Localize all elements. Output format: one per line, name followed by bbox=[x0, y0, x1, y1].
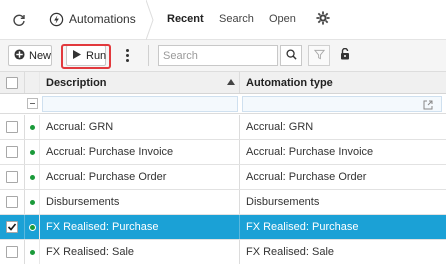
status-cell bbox=[25, 140, 40, 164]
table-row[interactable]: Accrual: GRN Accrual: GRN bbox=[0, 115, 446, 140]
new-button[interactable]: New bbox=[8, 45, 52, 66]
gear-icon[interactable] bbox=[315, 10, 331, 26]
status-cell bbox=[25, 190, 40, 214]
table-row[interactable]: Accrual: Purchase Order Accrual: Purchase… bbox=[0, 165, 446, 190]
row-checkbox-checked[interactable] bbox=[6, 221, 18, 233]
table-row[interactable]: FX Realised: Sale FX Realised: Sale bbox=[0, 240, 446, 264]
grid-filter-row bbox=[0, 94, 446, 114]
tab-recent[interactable]: Recent bbox=[167, 13, 204, 25]
status-header-cell bbox=[25, 72, 40, 93]
row-select-cell[interactable] bbox=[0, 115, 25, 139]
column-header-automation-type[interactable]: Automation type bbox=[240, 72, 446, 93]
description-cell[interactable]: Accrual: Purchase Invoice bbox=[40, 140, 240, 164]
automation-type-cell[interactable]: Disbursements bbox=[240, 190, 446, 214]
column-header-automation-type-label: Automation type bbox=[246, 76, 333, 89]
collapse-filter-icon[interactable] bbox=[27, 98, 38, 109]
automation-type-cell[interactable]: Accrual: Purchase Invoice bbox=[240, 140, 446, 164]
select-all-cell[interactable] bbox=[0, 72, 25, 93]
table-row[interactable]: Accrual: Purchase Invoice Accrual: Purcha… bbox=[0, 140, 446, 165]
app-title: Automations bbox=[69, 12, 136, 26]
description-cell[interactable]: FX Realised: Sale bbox=[40, 240, 240, 264]
new-button-label: New bbox=[29, 49, 52, 62]
search-button[interactable] bbox=[280, 45, 302, 66]
automation-icon bbox=[48, 11, 64, 27]
status-indicator-icon bbox=[29, 174, 35, 180]
top-nav-bar: Automations Recent Search Open bbox=[0, 0, 446, 41]
unlock-icon bbox=[340, 47, 350, 63]
status-indicator-icon bbox=[29, 249, 35, 255]
more-options-icon[interactable] bbox=[118, 45, 136, 66]
row-checkbox[interactable] bbox=[6, 146, 18, 158]
search-icon bbox=[285, 48, 297, 63]
automation-type-cell[interactable]: FX Realised: Sale bbox=[240, 240, 446, 264]
run-button-highlight bbox=[61, 44, 111, 69]
nav-divider bbox=[145, 0, 154, 41]
description-cell[interactable]: Accrual: GRN bbox=[40, 115, 240, 139]
status-indicator-icon bbox=[29, 224, 35, 230]
row-select-cell[interactable] bbox=[0, 240, 25, 264]
row-select-cell[interactable] bbox=[0, 140, 25, 164]
status-indicator-icon bbox=[29, 124, 35, 130]
description-cell[interactable]: FX Realised: Purchase bbox=[40, 215, 240, 239]
row-checkbox[interactable] bbox=[6, 121, 18, 133]
table-row[interactable]: Disbursements Disbursements bbox=[0, 190, 446, 215]
row-select-cell[interactable] bbox=[0, 190, 25, 214]
row-select-cell[interactable] bbox=[0, 215, 25, 239]
description-filter-input[interactable] bbox=[42, 96, 238, 112]
select-all-checkbox[interactable] bbox=[6, 76, 18, 89]
refresh-icon[interactable] bbox=[9, 10, 29, 30]
description-cell[interactable]: Accrual: Purchase Order bbox=[40, 165, 240, 189]
description-cell[interactable]: Disbursements bbox=[40, 190, 240, 214]
automation-type-filter-input[interactable] bbox=[242, 96, 442, 112]
status-indicator-icon bbox=[29, 199, 35, 205]
status-cell bbox=[25, 115, 40, 139]
expand-icon[interactable] bbox=[423, 100, 435, 112]
row-select-cell[interactable] bbox=[0, 165, 25, 189]
filter-icon bbox=[313, 49, 325, 63]
table-row[interactable]: FX Realised: Purchase FX Realised: Purcha… bbox=[0, 215, 446, 240]
row-checkbox[interactable] bbox=[6, 246, 18, 258]
grid-header-row: Description Automation type bbox=[0, 72, 446, 94]
status-cell bbox=[25, 240, 40, 264]
tab-search[interactable]: Search bbox=[219, 13, 254, 25]
search-input[interactable] bbox=[158, 45, 278, 66]
row-checkbox[interactable] bbox=[6, 196, 18, 208]
column-header-description[interactable]: Description bbox=[40, 72, 240, 93]
status-indicator-icon bbox=[29, 149, 35, 155]
row-checkbox[interactable] bbox=[6, 171, 18, 183]
sort-ascending-icon[interactable] bbox=[227, 79, 235, 85]
status-cell bbox=[25, 215, 40, 239]
tab-open[interactable]: Open bbox=[269, 13, 296, 25]
automation-type-cell[interactable]: Accrual: GRN bbox=[240, 115, 446, 139]
filter-button[interactable] bbox=[308, 45, 330, 66]
automation-type-cell[interactable]: FX Realised: Purchase bbox=[240, 215, 446, 239]
column-header-description-label: Description bbox=[46, 76, 107, 89]
lock-button[interactable] bbox=[334, 45, 356, 66]
toolbar-divider bbox=[148, 45, 149, 66]
plus-circle-icon bbox=[14, 48, 25, 63]
automation-type-cell[interactable]: Accrual: Purchase Order bbox=[240, 165, 446, 189]
status-cell bbox=[25, 165, 40, 189]
